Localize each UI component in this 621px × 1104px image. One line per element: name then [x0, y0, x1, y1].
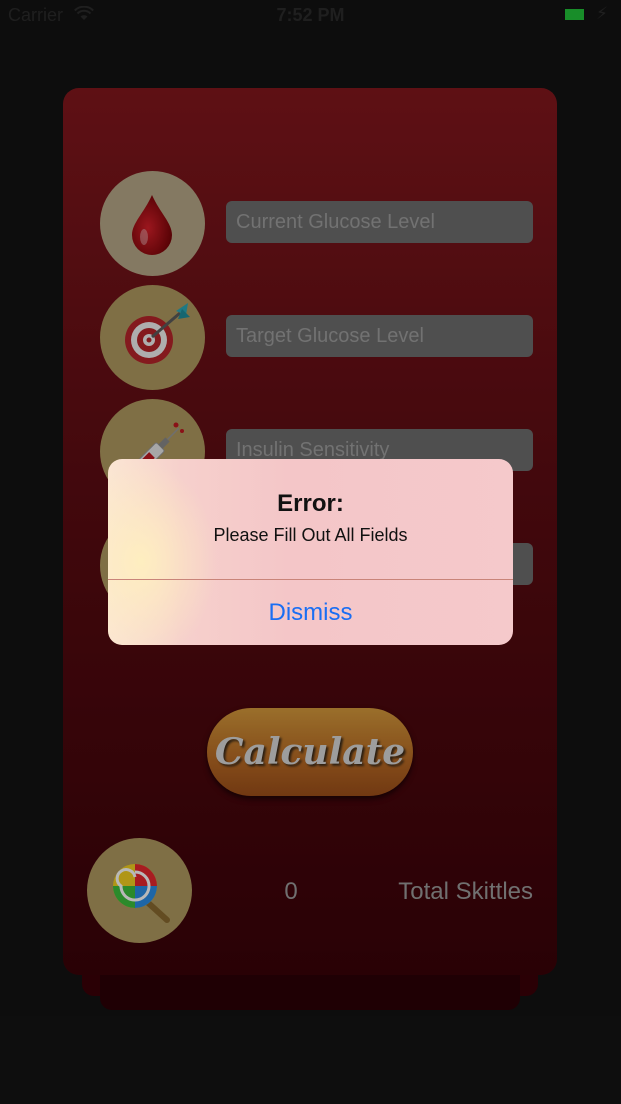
alert-title: Error:	[277, 490, 344, 517]
alert-message: Please Fill Out All Fields	[213, 525, 408, 545]
app-screen: Carrier 7:52 PM ⚡ Current Glucose Level …	[0, 0, 621, 1104]
dismiss-button[interactable]: Dismiss	[108, 580, 513, 645]
error-alert: Error: Please Fill Out All Fields Dismis…	[108, 459, 513, 645]
